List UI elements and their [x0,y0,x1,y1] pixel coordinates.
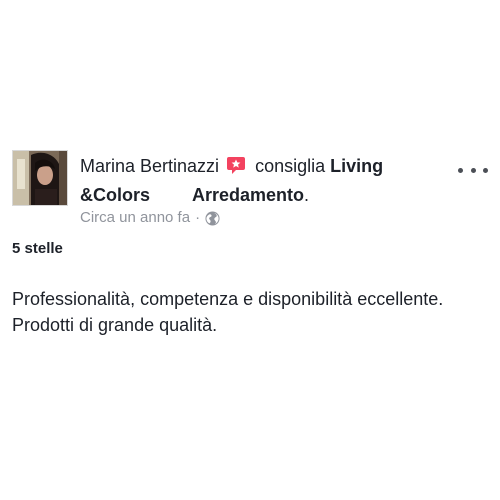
recommendation-post: Marina Bertinazzi consiglia Living &Colo… [0,0,500,500]
post-meta: Circa un anno fa · [80,208,220,228]
action-text: consiglia [255,156,326,176]
more-options-icon[interactable] [458,163,488,177]
post-header: Marina Bertinazzi consiglia Living &Colo… [80,153,450,208]
page-name-end: . [304,185,310,205]
rating-label: 5 stelle [12,240,63,257]
page-name-part3[interactable]: Arredamento [192,185,304,205]
avatar[interactable] [12,150,68,206]
recommend-badge-icon [226,155,246,182]
page-name-part1[interactable]: Living [330,156,383,176]
globe-icon[interactable] [205,210,220,226]
review-line-2: Prodotti di grande qualità. [12,315,218,335]
review-text: Professionalità, competenza e disponibil… [12,286,492,338]
avatar-photo [13,151,67,205]
page-name-part2[interactable]: &Colors [80,185,150,205]
author-name[interactable]: Marina Bertinazzi [80,156,219,176]
timestamp[interactable]: Circa un anno fa [80,208,190,228]
meta-separator: · [195,209,201,226]
review-line-1: Professionalità, competenza e disponibil… [12,289,444,309]
